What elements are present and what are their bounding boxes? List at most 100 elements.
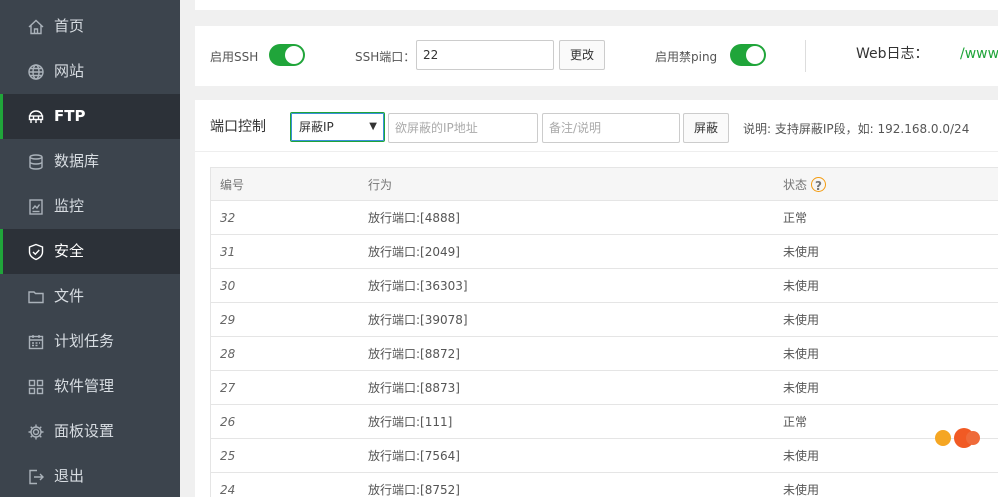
sidebar-item-label: 网站 [54, 62, 85, 80]
sidebar-item-cron[interactable]: 计划任务 [0, 319, 180, 364]
sidebar-item-monitor[interactable]: 监控 [0, 184, 180, 229]
sidebar-item-label: 面板设置 [54, 422, 115, 440]
cell-action: 放行端口:[39078] [368, 313, 468, 327]
sidebar: 首页 网站 FTP 数据库 监控 安全 文件 计划任务 软件管理 面板设置 退出 [0, 0, 180, 497]
folder-icon [27, 288, 45, 306]
header-id: 编号 [220, 178, 245, 192]
sidebar-item-home[interactable]: 首页 [0, 4, 180, 49]
cell-status: 未使用 [783, 483, 820, 497]
table-row: 24 放行端口:[8752] 未使用 [210, 473, 998, 497]
cell-action: 放行端口:[8752] [368, 483, 460, 497]
header-action: 行为 [368, 178, 393, 192]
cell-action: 放行端口:[8872] [368, 347, 460, 361]
ping-label: 启用禁ping [655, 50, 718, 64]
select-value: 屏蔽IP [299, 120, 334, 134]
divider [195, 151, 998, 152]
table-row: 32 放行端口:[4888] 正常 [210, 201, 998, 235]
database-icon [27, 153, 45, 171]
sidebar-item-ftp[interactable]: FTP [0, 94, 180, 139]
sidebar-item-database[interactable]: 数据库 [0, 139, 180, 184]
loading-dot [966, 431, 980, 445]
monitor-icon [27, 198, 45, 216]
sidebar-item-files[interactable]: 文件 [0, 274, 180, 319]
table-row: 27 放行端口:[8873] 未使用 [210, 371, 998, 405]
sidebar-item-software[interactable]: 软件管理 [0, 364, 180, 409]
block-type-select[interactable]: 屏蔽IP ▼ [290, 112, 385, 142]
ssh-toggle[interactable] [269, 44, 305, 66]
cell-status: 未使用 [783, 449, 820, 463]
ip-address-input[interactable]: 欲屏蔽的IP地址 [388, 113, 538, 143]
cell-id: 32 [220, 211, 236, 225]
sidebar-item-label: FTP [54, 107, 86, 125]
sidebar-item-label: 安全 [54, 242, 85, 260]
divider [805, 40, 806, 72]
ftp-icon [27, 108, 45, 126]
table-row: 26 放行端口:[111] 正常 [210, 405, 998, 439]
sidebar-item-logout[interactable]: 退出 [0, 454, 180, 497]
cell-status: 未使用 [783, 313, 820, 327]
logout-icon [27, 468, 45, 486]
table-row: 31 放行端口:[2049] 未使用 [210, 235, 998, 269]
main-content: 启用SSH SSH端口： 22 更改 启用禁ping Web日志： /www 端… [180, 0, 998, 497]
calendar-icon [27, 333, 45, 351]
cell-id: 30 [220, 279, 236, 293]
apps-icon [27, 378, 45, 396]
top-card [195, 0, 998, 10]
cell-id: 27 [220, 381, 236, 395]
table-row: 29 放行端口:[39078] 未使用 [210, 303, 998, 337]
cell-id: 26 [220, 415, 236, 429]
chevron-down-icon: ▼ [369, 121, 377, 132]
loading-dot [935, 430, 951, 446]
help-icon[interactable]: ? [811, 177, 827, 193]
table-row: 25 放行端口:[7564] 未使用 [210, 439, 998, 473]
header-status: 状态? [783, 177, 827, 193]
section-title: 端口控制 [210, 119, 266, 135]
table-row: 30 放行端口:[36303] 未使用 [210, 269, 998, 303]
sidebar-item-settings[interactable]: 面板设置 [0, 409, 180, 454]
ssh-port-input[interactable]: 22 [416, 40, 554, 70]
weblog-label: Web日志： [856, 46, 929, 62]
sidebar-item-label: 软件管理 [54, 377, 115, 395]
home-icon [27, 18, 45, 36]
sidebar-item-label: 数据库 [54, 152, 100, 170]
cell-action: 放行端口:[36303] [368, 279, 468, 293]
cell-status: 未使用 [783, 347, 820, 361]
cell-id: 28 [220, 347, 236, 361]
shield-icon [27, 243, 45, 261]
cell-action: 放行端口:[7564] [368, 449, 460, 463]
note-input[interactable]: 备注/说明 [542, 113, 680, 143]
table-row: 28 放行端口:[8872] 未使用 [210, 337, 998, 371]
cell-status: 正常 [783, 211, 808, 225]
block-submit-button[interactable]: 屏蔽 [683, 113, 729, 143]
sidebar-item-label: 文件 [54, 287, 85, 305]
cell-action: 放行端口:[111] [368, 415, 453, 429]
cell-status: 未使用 [783, 381, 820, 395]
ssh-enable-label: 启用SSH [210, 50, 259, 64]
cell-id: 29 [220, 313, 236, 327]
ping-toggle[interactable] [730, 44, 766, 66]
cell-id: 24 [220, 483, 236, 497]
cell-id: 31 [220, 245, 236, 259]
gear-icon [27, 423, 45, 441]
table-header: 编号 行为 状态? [210, 167, 998, 201]
cell-action: 放行端口:[2049] [368, 245, 460, 259]
globe-icon [27, 63, 45, 81]
hint-text: 说明: 支持屏蔽IP段，如: 192.168.0.0/24 [743, 122, 970, 136]
sidebar-item-label: 计划任务 [54, 332, 115, 350]
weblog-path-link[interactable]: /www [960, 46, 998, 62]
toggle-knob [746, 46, 764, 64]
cell-action: 放行端口:[8873] [368, 381, 460, 395]
sidebar-item-label: 首页 [54, 17, 85, 35]
toggle-knob [285, 46, 303, 64]
cell-id: 25 [220, 449, 236, 463]
ssh-port-label: SSH端口： [355, 50, 416, 64]
cell-status: 未使用 [783, 245, 820, 259]
sidebar-item-security[interactable]: 安全 [0, 229, 180, 274]
sidebar-item-label: 退出 [54, 467, 85, 485]
cell-status: 未使用 [783, 279, 820, 293]
cell-status: 正常 [783, 415, 808, 429]
cell-action: 放行端口:[4888] [368, 211, 460, 225]
ssh-port-change-button[interactable]: 更改 [559, 40, 605, 70]
sidebar-item-website[interactable]: 网站 [0, 49, 180, 94]
ssh-settings-card: 启用SSH SSH端口： 22 更改 启用禁ping Web日志： /www [195, 26, 998, 86]
